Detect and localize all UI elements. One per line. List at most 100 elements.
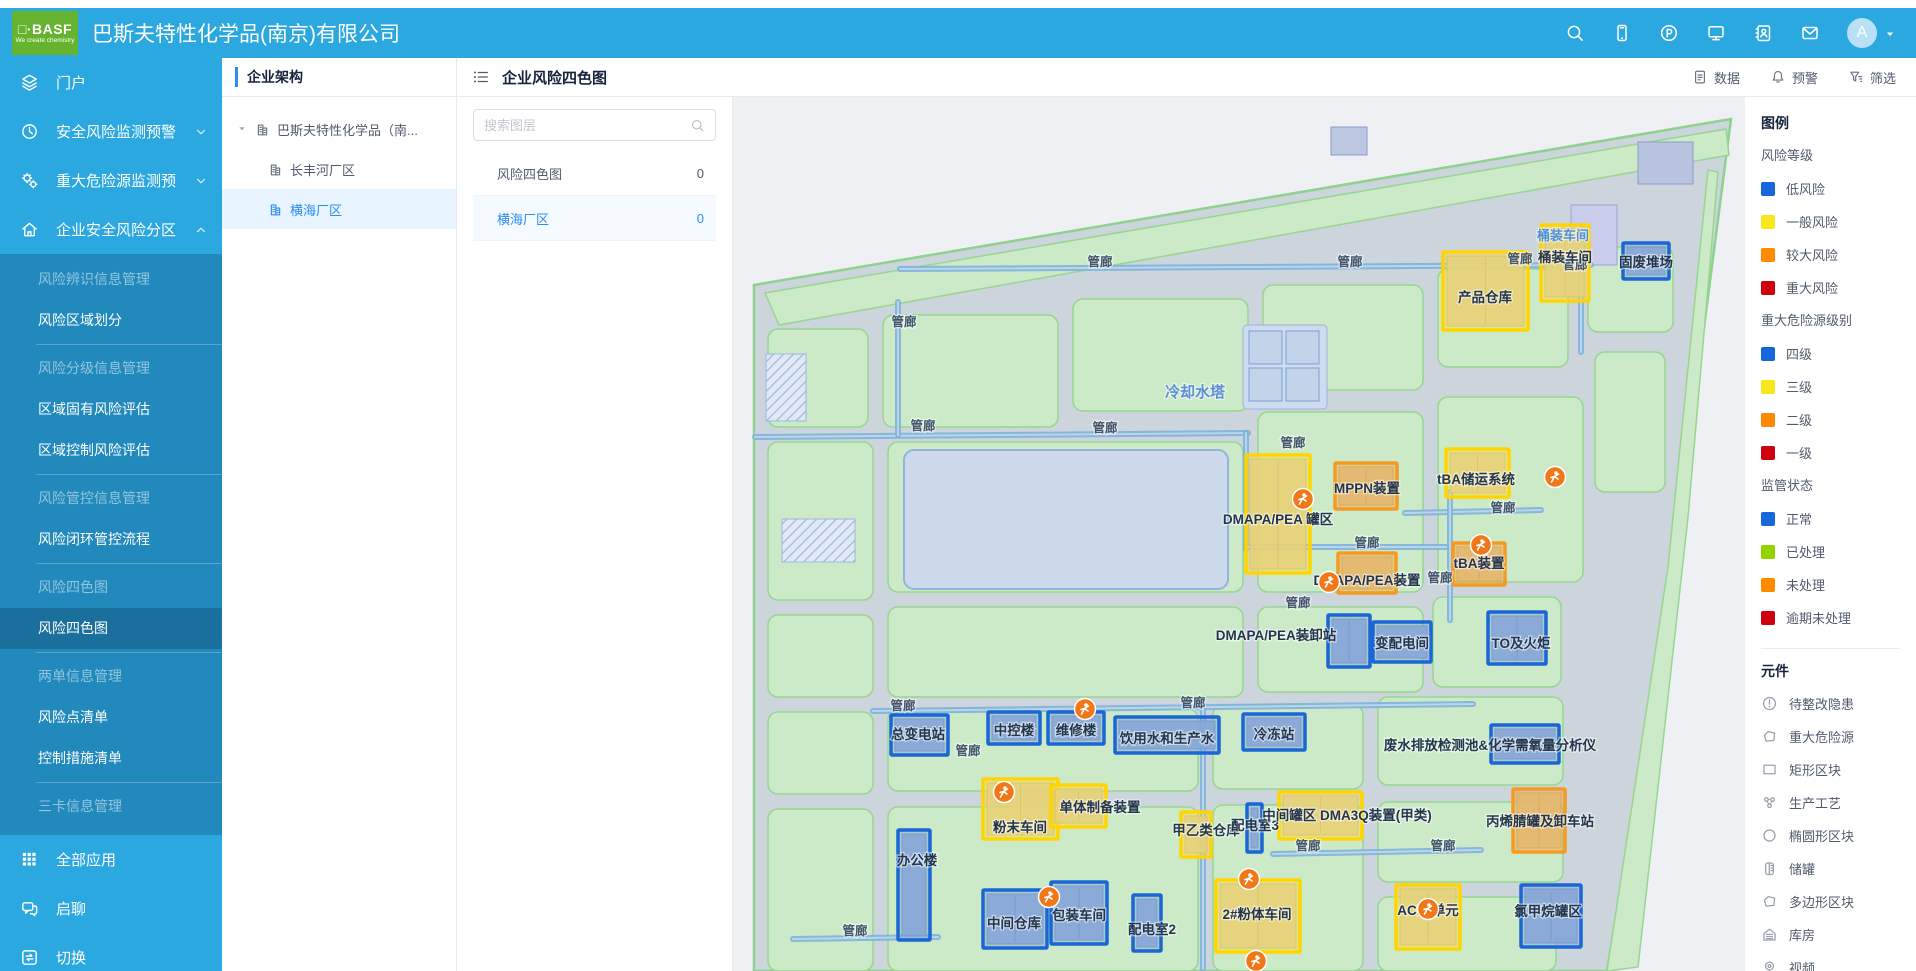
zone-label: tBA储运系统 [1437, 471, 1515, 487]
sidebar-subitem-risk-point-list[interactable]: 风险点清单 [0, 697, 222, 738]
toolbar-action-label: 数据 [1714, 68, 1740, 87]
toolbar-action-data[interactable]: 数据 [1692, 68, 1740, 87]
sidebar-item-switch[interactable]: 切换 [0, 933, 222, 971]
tree-panel-title: 企业架构 [235, 67, 303, 87]
color-swatch [1761, 611, 1775, 625]
toolbar-action-filter[interactable]: 筛选 [1848, 68, 1896, 87]
enterprise-tree-panel: 企业架构 巴斯夫特性化学品（南... 长丰河厂区 横海厂区 [222, 58, 457, 971]
building [1331, 127, 1367, 155]
alarm-marker-icon[interactable] [1418, 899, 1439, 920]
layer-menu-icon[interactable] [472, 68, 490, 86]
legend-group-title: 重大危险源级别 [1761, 310, 1908, 329]
legend-item-label: 逾期未处理 [1786, 608, 1851, 627]
tree-node-label: 巴斯夫特性化学品（南... [277, 120, 418, 139]
user-menu[interactable]: A [1847, 18, 1896, 48]
alarm-marker-icon[interactable] [1293, 489, 1314, 510]
gears-icon [20, 171, 39, 190]
search-icon[interactable] [690, 118, 705, 133]
toolbar-action-label: 筛选 [1870, 68, 1896, 87]
sidebar-subitem-risk-identify-group: 风险辨识信息管理 [0, 259, 222, 300]
corridor-label: 管廊 [890, 698, 916, 713]
zone-label: 总变电站 [891, 726, 945, 742]
alarm-marker-icon[interactable] [1039, 887, 1060, 908]
top-strip [0, 0, 1916, 8]
zone-label: DMAPA/PEA 罐区 [1223, 511, 1334, 527]
corridor-label: 管廊 [1430, 838, 1456, 853]
sidebar-item-enterprise-risk-zoning[interactable]: 企业安全风险分区 [0, 205, 222, 254]
warehouse-icon [1761, 926, 1778, 943]
submenu-divider [36, 652, 222, 653]
contacts-icon[interactable] [1753, 23, 1773, 43]
avatar[interactable]: A [1847, 18, 1877, 48]
element-item-label: 矩形区块 [1789, 760, 1841, 779]
sidebar-subitem-risk-loop-process[interactable]: 风险闭环管控流程 [0, 519, 222, 560]
tree-panel-header: 企业架构 [222, 58, 456, 97]
zone-label: 冷冻站 [1254, 726, 1295, 742]
zone-label: TO及火炬 [1491, 636, 1551, 651]
sidebar-subitem-control-measure-list[interactable]: 控制措施清单 [0, 738, 222, 779]
monitor-icon[interactable] [1706, 23, 1726, 43]
sidebar-item-major-hazard-monitor[interactable]: 重大危险源监测预 [0, 156, 222, 205]
layer-risk-map[interactable]: 风险四色图 0 [473, 151, 716, 196]
sidebar-subitem-two-lists-group: 两单信息管理 [0, 656, 222, 697]
parking-icon[interactable] [1659, 23, 1679, 43]
element-item-label: 重大危险源 [1789, 727, 1854, 746]
layer-henghai[interactable]: 横海厂区 0 [473, 196, 716, 241]
zone-label: 单体制备装置 [1060, 799, 1141, 815]
sidebar-item-label: 门户 [56, 72, 86, 93]
element-item-pending-hazard: 待整改隐患 [1761, 687, 1908, 720]
zone-label: 维修楼 [1056, 722, 1097, 738]
sidebar: 门户 安全风险监测预警 重大危险源监测预 企业安全风险分区 风险辨识信息管理风险… [0, 58, 222, 971]
tree-node-company-root[interactable]: 巴斯夫特性化学品（南... [222, 109, 456, 149]
sidebar-subitem-risk-zone-division[interactable]: 风险区域划分 [0, 300, 222, 341]
color-swatch [1761, 215, 1775, 229]
mail-icon[interactable] [1800, 23, 1820, 43]
sidebar-item-label: 安全风险监测预警 [56, 121, 176, 142]
element-item-polygon-block: 多边形区块 [1761, 885, 1908, 918]
alarm-marker-icon[interactable] [1319, 572, 1340, 593]
zone-label: 粉末车间 [993, 819, 1047, 835]
sidebar-item-label: 企业安全风险分区 [56, 219, 176, 240]
tree-node-plant-henghai[interactable]: 横海厂区 [222, 189, 456, 229]
layer-count: 0 [697, 166, 704, 181]
chevron-up-icon [194, 223, 208, 237]
sidebar-subitem-control-risk-assess[interactable]: 区域控制风险评估 [0, 430, 222, 471]
sidebar-item-safety-risk-monitor[interactable]: 安全风险监测预警 [0, 107, 222, 156]
alarm-marker-icon[interactable] [994, 782, 1015, 803]
toolbar-action-alert[interactable]: 预警 [1770, 68, 1818, 87]
map-toolbar: 数据 预警 筛选 [1692, 68, 1916, 87]
alarm-marker-icon[interactable] [1075, 699, 1096, 720]
legend-item-general: 一般风险 [1761, 205, 1908, 238]
map-text-label: 冷却水塔 [1165, 383, 1226, 401]
layer-label: 风险四色图 [497, 164, 562, 183]
alarm-marker-icon[interactable] [1239, 869, 1260, 890]
element-item-label: 椭圆形区块 [1789, 826, 1854, 845]
map-zone[interactable] [898, 830, 930, 940]
sidebar-item-label: 启聊 [56, 898, 86, 919]
layer-search-input[interactable] [484, 118, 690, 133]
factory-map[interactable]: 管廊管廊管廊管廊管廊管廊管廊管廊管廊管廊管廊管廊管廊管廊管廊管廊管廊管廊冷却水塔… [733, 97, 1745, 971]
clock-icon [20, 122, 39, 141]
sidebar-item-chat[interactable]: 启聊 [0, 884, 222, 933]
tree-node-plant-changfenghe[interactable]: 长丰河厂区 [222, 149, 456, 189]
sidebar-item-portal[interactable]: 门户 [0, 58, 222, 107]
alarm-marker-icon[interactable] [1471, 535, 1492, 556]
sidebar-subitem-inherent-risk-assess[interactable]: 区域固有风险评估 [0, 389, 222, 430]
legend-item-label: 一级 [1786, 443, 1812, 462]
tree-expand-icon[interactable] [236, 123, 248, 135]
legend-item-label: 正常 [1786, 509, 1812, 528]
alarm-marker-icon[interactable] [1545, 467, 1566, 488]
legend-title: 图例 [1761, 113, 1908, 133]
sidebar-item-all-apps[interactable]: 全部应用 [0, 835, 222, 884]
zone-label: DMAPA/PEA装卸站 [1216, 627, 1337, 643]
basf-logo-tagline: We create chemistry [15, 37, 74, 45]
search-icon[interactable] [1565, 23, 1585, 43]
element-item-label: 储罐 [1789, 859, 1815, 878]
corridor-label: 管廊 [910, 418, 936, 433]
content-row: 风险四色图 0 横海厂区 0 管廊管廊管廊管廊管廊管廊管廊管廊管廊管廊管廊管廊管… [457, 97, 1916, 971]
legend-item-label: 三级 [1786, 377, 1812, 396]
mobile-icon[interactable] [1612, 23, 1632, 43]
alarm-marker-icon[interactable] [1246, 951, 1267, 971]
sidebar-subitem-risk-map[interactable]: 风险四色图 [0, 608, 222, 649]
corridor-label: 管廊 [1337, 254, 1363, 269]
